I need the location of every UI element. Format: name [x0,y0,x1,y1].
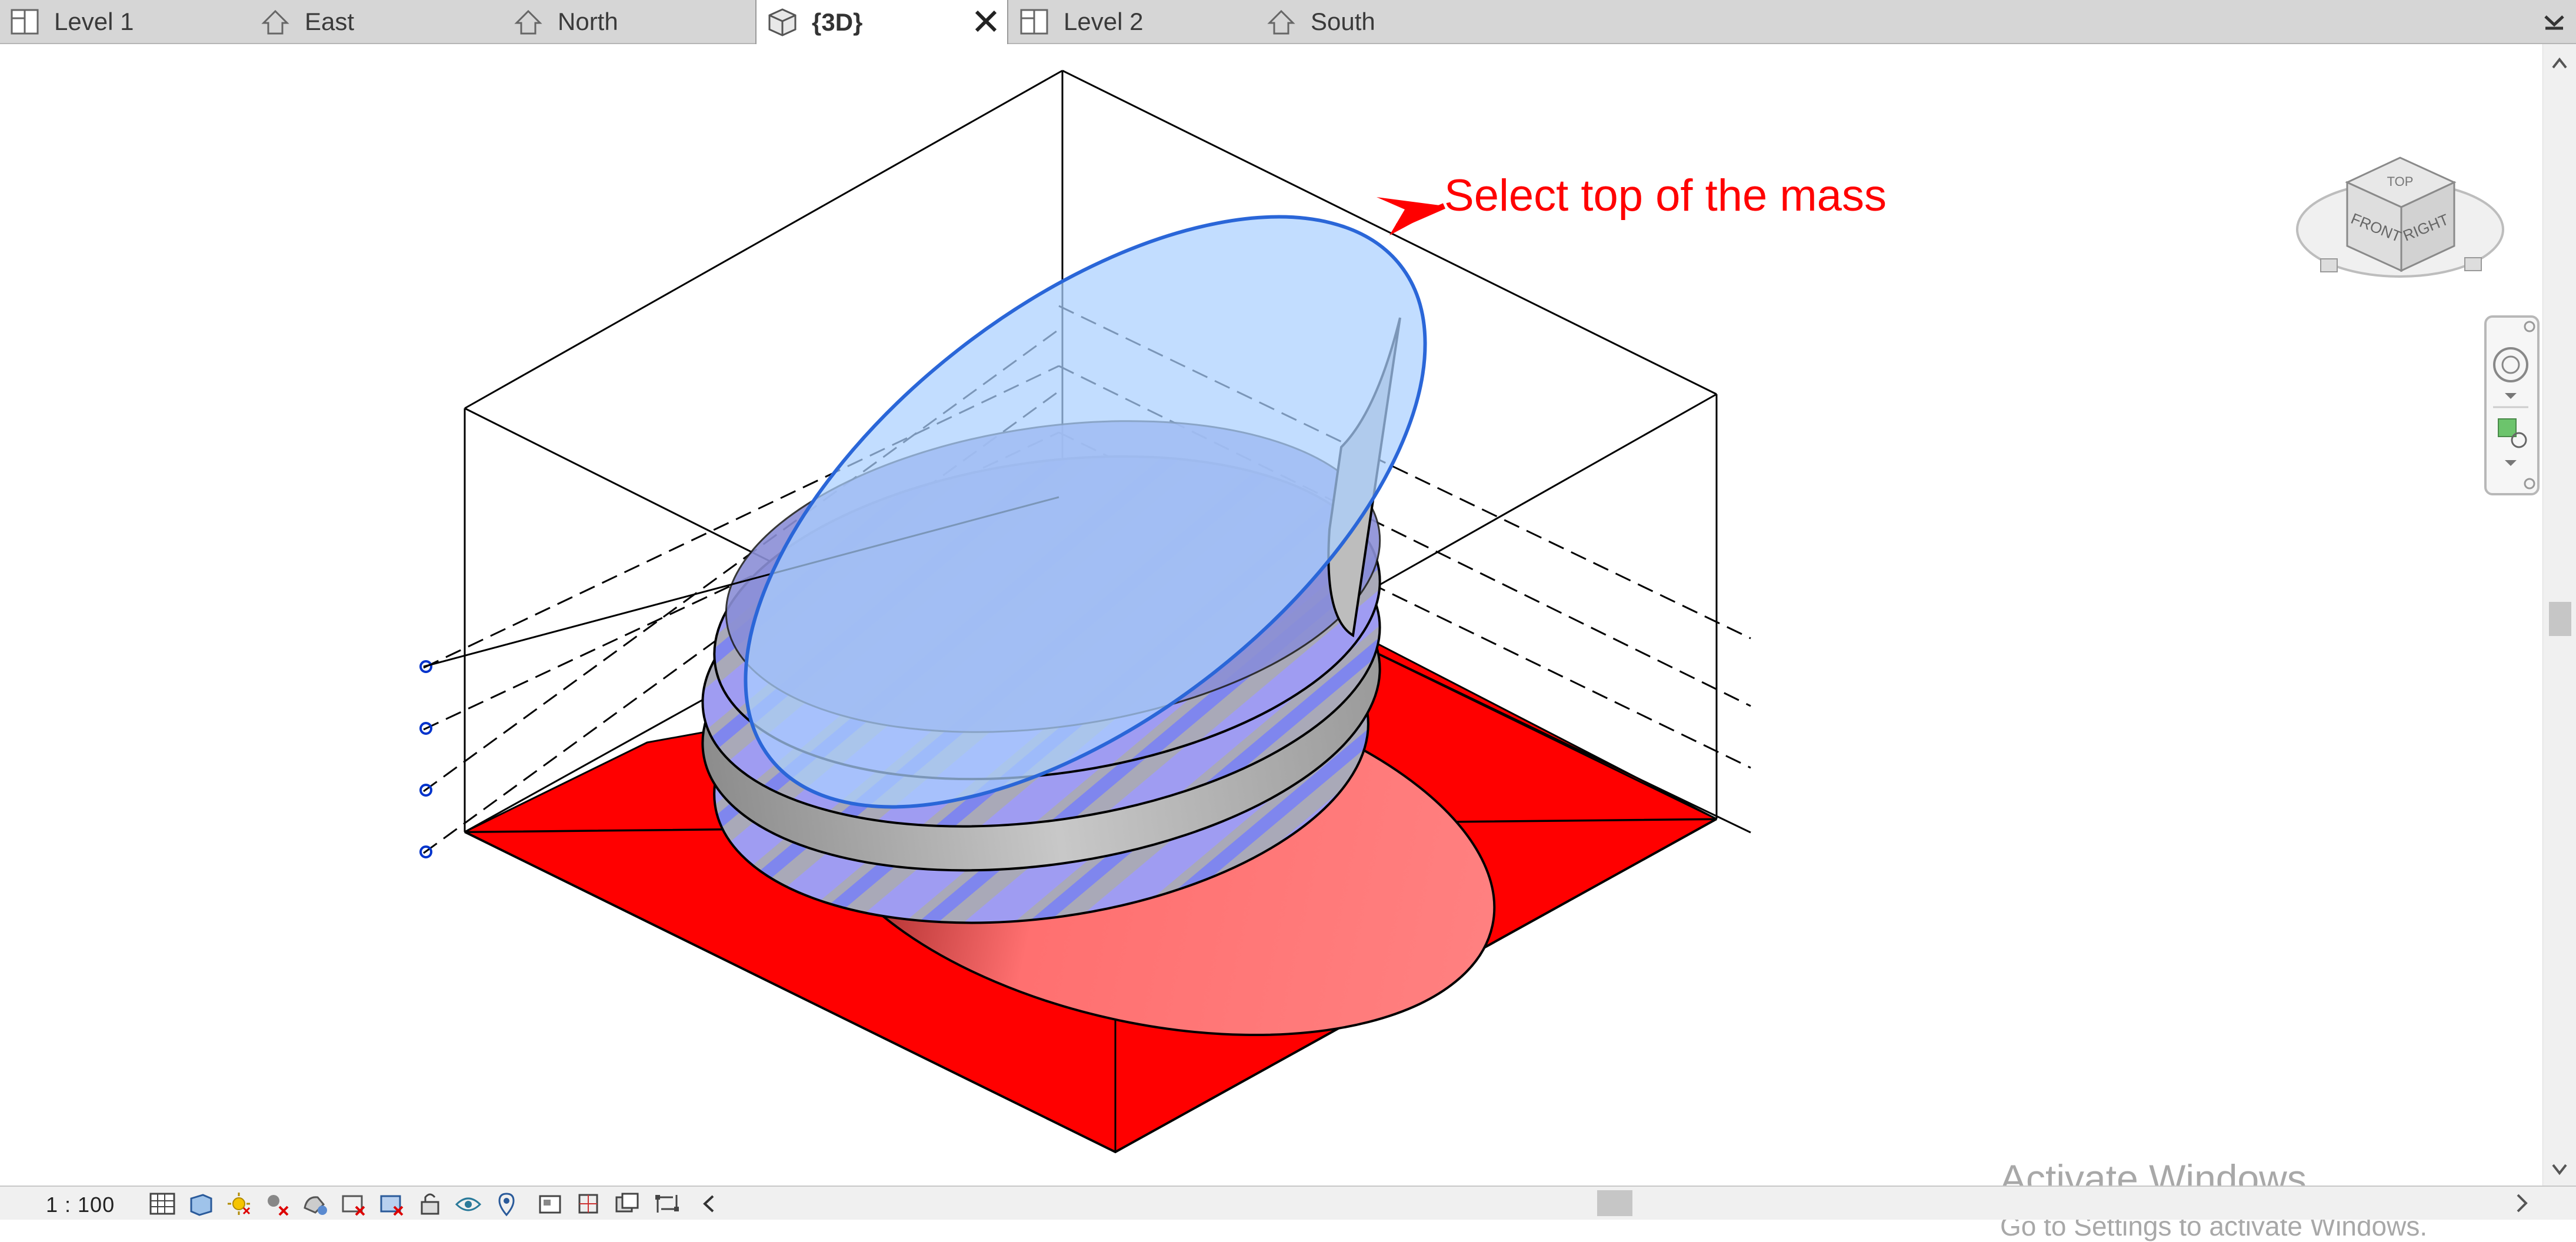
vertical-scrollbar-track [2549,57,2571,1176]
model-canvas[interactable]: Select top of the mass TOP FRONT RIGHT [0,44,2542,1186]
3d-view-icon [768,8,797,36]
annotation-text: Select top of the mass [1444,171,1887,221]
tab-level-1[interactable]: Level 1 [0,0,259,43]
temporary-view-properties-icon[interactable] [535,1190,566,1217]
reveal-hidden-icon[interactable] [491,1190,522,1217]
tab-label: North [558,7,618,35]
vertical-scroll-thumb[interactable] [2549,602,2571,636]
show-rendering-icon[interactable] [300,1190,331,1217]
scroll-down-icon[interactable] [2552,1164,2567,1176]
draw-highlight-icon[interactable] [653,1190,684,1217]
plan-view-icon [1020,9,1048,34]
level-heads[interactable] [419,660,432,858]
tab-level-2[interactable]: Level 2 [1011,0,1258,43]
tab-label: {3D} [812,8,863,36]
tab-north[interactable]: North [512,0,753,43]
detail-level-icon[interactable] [147,1190,178,1217]
tab-east[interactable]: East [259,0,512,43]
close-icon[interactable] [968,4,1004,39]
elevation-view-icon [514,9,542,34]
annotation-arrow [1377,197,1444,235]
view-control-bar: 1 : 100 [0,1186,2576,1220]
scroll-up-icon[interactable] [2552,57,2567,69]
viewcube[interactable]: TOP FRONT RIGHT [2296,157,2504,278]
tab-label: Level 2 [1064,7,1144,35]
sun-path-icon[interactable] [224,1190,254,1217]
unlock-3d-view-icon[interactable] [415,1190,445,1217]
viewcube-top-label: TOP [2387,174,2414,189]
tab-3d-view[interactable]: {3D} [755,0,1008,44]
elevation-view-icon [261,9,289,34]
tab-label: Level 1 [54,7,134,35]
vertical-scrollbar[interactable] [2542,44,2576,1186]
horizontal-scrollbar[interactable] [735,1189,2541,1217]
hide-analytical-model-icon[interactable] [574,1190,604,1217]
elevation-view-icon [1267,9,1295,34]
horizontal-scroll-thumb[interactable] [1597,1190,1632,1216]
show-crop-region-icon[interactable] [376,1190,407,1217]
3d-viewport[interactable]: Select top of the mass TOP FRONT RIGHT A… [0,44,2542,1241]
visual-style-icon[interactable] [185,1190,216,1217]
crop-view-icon[interactable] [338,1190,369,1217]
highlight-displacement-icon[interactable] [612,1190,642,1217]
view-tab-bar: Level 1 East North {3D} Level 2 South [0,0,2576,44]
view-scale[interactable]: 1 : 100 [46,1193,115,1217]
shadows-icon[interactable] [262,1190,292,1217]
chevron-left-icon[interactable] [694,1190,725,1217]
temporary-hide-icon[interactable] [453,1190,484,1217]
tab-south[interactable]: South [1265,0,1512,43]
navigation-bar[interactable] [2484,315,2540,495]
plan-view-icon [11,9,39,34]
zoom-icon[interactable] [2498,418,2517,437]
tab-label: South [1311,7,1375,35]
tab-overflow-chevron-icon[interactable] [2541,8,2568,35]
tab-label: East [305,7,355,35]
